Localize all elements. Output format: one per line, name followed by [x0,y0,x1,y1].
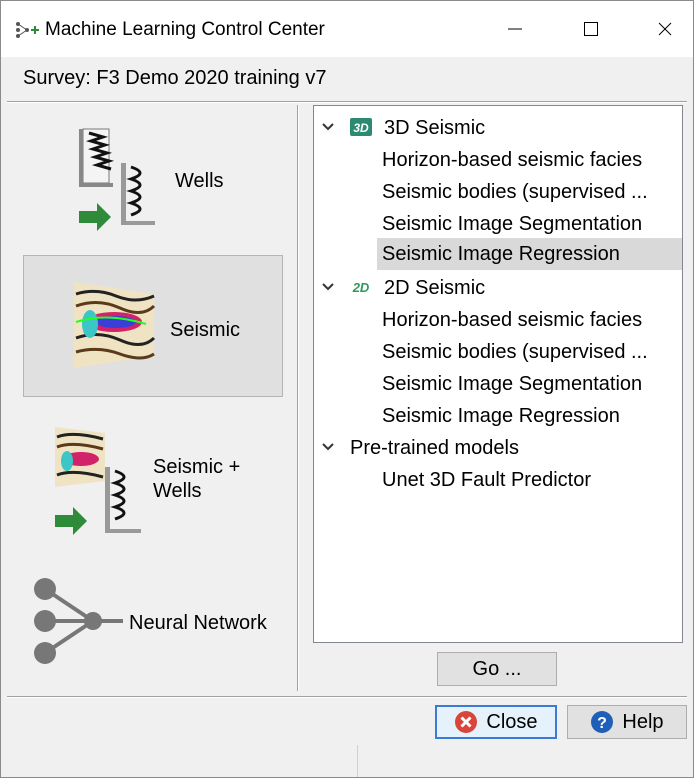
main-window: Machine Learning Control Center Survey: … [0,0,694,778]
top-divider [7,101,687,103]
close-icon [658,22,672,36]
vertical-divider [297,105,299,691]
window-title: Machine Learning Control Center [45,19,325,40]
tree-item-selected[interactable]: Seismic Image Regression [377,238,682,270]
minimize-icon [508,28,522,30]
tree-item[interactable]: Unet 3D Fault Predictor [314,464,682,496]
tree-item[interactable]: Horizon-based seismic facies [314,144,682,176]
chevron-down-icon[interactable] [322,442,334,452]
help-icon: ? [591,711,614,733]
tree-item-label: Seismic Image Regression [382,243,620,265]
category-seismic[interactable]: Seismic [23,255,283,397]
tree-item-label: Horizon-based seismic facies [382,309,643,331]
category-label: Neural Network [129,612,267,634]
neural-network-icon [34,578,123,664]
maximize-button[interactable] [563,5,619,53]
tree-item[interactable]: Horizon-based seismic facies [314,304,682,336]
bottom-divider [7,696,687,698]
2d-badge-icon: 2D [352,280,370,295]
3d-badge-icon: 3D [350,118,372,136]
help-button-label: Help [622,710,664,733]
chevron-down-icon[interactable] [322,282,334,292]
tree-item-label: Seismic Image Regression [382,405,620,427]
model-tree[interactable]: 3D 3D Seismic Horizon-based seismic faci… [313,105,683,643]
title-bar: Machine Learning Control Center [1,1,693,57]
wells-icon [79,128,155,231]
svg-text:3D: 3D [353,121,369,135]
minimize-button[interactable] [487,5,543,53]
svg-text:?: ? [598,715,608,732]
tree-item-label: Seismic Image Segmentation [382,213,643,235]
help-button[interactable]: ? Help [567,705,687,739]
close-button[interactable]: Close [435,705,557,739]
category-seismic-wells[interactable]: Seismic + Wells [23,409,283,551]
tree-item[interactable]: Seismic Image Segmentation [314,208,682,240]
tree-group-label: 2D Seismic [384,277,486,299]
category-label: Seismic [170,319,241,341]
tree-item[interactable]: Seismic Image Segmentation [314,368,682,400]
close-button-label: Close [486,710,538,733]
tree-item-label: Seismic bodies (supervised ... [382,181,648,203]
tree-item[interactable]: Seismic Image Regression [314,400,682,432]
tree-item[interactable]: Seismic bodies (supervised ... [314,176,682,208]
status-divider [357,745,358,777]
go-button[interactable]: Go ... [437,652,557,686]
survey-label: Survey: F3 Demo 2020 training v7 [23,67,327,89]
network-app-icon [16,22,39,38]
category-wells[interactable]: Wells [23,109,283,251]
tree-group-2d-seismic[interactable]: 2D 2D Seismic [314,272,682,304]
window-close-button[interactable] [637,5,693,53]
tree-group-pretrained[interactable]: Pre-trained models [314,432,682,464]
close-circle-icon [455,711,478,733]
category-neural-network[interactable]: Neural Network [23,553,283,695]
maximize-icon [584,22,598,36]
go-button-label: Go ... [472,657,522,680]
tree-item-label: Unet 3D Fault Predictor [382,469,591,491]
category-label-line1: Seismic + [153,456,241,478]
tree-item[interactable]: Seismic bodies (supervised ... [314,336,682,368]
tree-group-label: 3D Seismic [384,117,486,139]
category-label: Wells [175,170,224,192]
seismic-wells-icon [55,427,141,535]
tree-item-label: Seismic Image Segmentation [382,373,643,395]
tree-item-label: Horizon-based seismic facies [382,149,643,171]
tree-group-3d-seismic[interactable]: 3D 3D Seismic [314,112,682,144]
tree-group-label: Pre-trained models [350,437,519,459]
svg-text:2D: 2D [352,280,370,295]
seismic-icon [74,282,156,368]
tree-item-label: Seismic bodies (supervised ... [382,341,648,363]
category-label-line2: Wells [153,480,202,502]
chevron-down-icon[interactable] [322,122,334,132]
